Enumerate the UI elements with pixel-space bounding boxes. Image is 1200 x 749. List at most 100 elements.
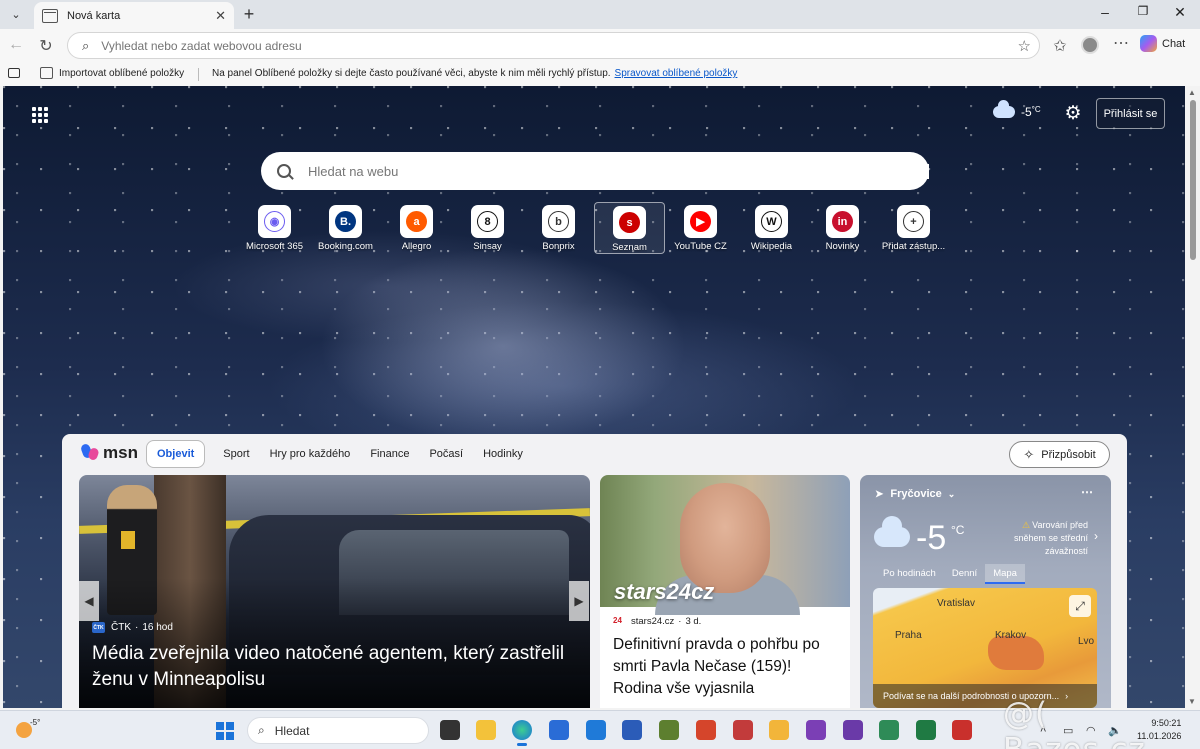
msn-tab-sport[interactable]: Sport [223,448,249,460]
customize-button[interactable]: ✧ Přizpůsobit [1009,441,1110,468]
edge-icon[interactable] [512,720,532,746]
refresh-icon[interactable]: ↻ [36,36,56,56]
favorite-star-icon[interactable]: ☆ [1018,37,1031,55]
quick-link[interactable]: B. Booking.com [310,202,381,254]
weather-map[interactable]: Vratislav Praha Krakov Lvo ⤢ Podívat se … [873,588,1097,708]
manage-favorites-link[interactable]: Spravovat oblíbené položky [615,68,738,79]
quick-link-tile: 8 [471,205,504,238]
story-source: 24 stars24.cz · 3 d. [613,616,702,627]
weather-widget-button[interactable]: -5 °C [993,100,1041,119]
quick-link-icon: + [903,211,924,232]
chevron-right-icon[interactable]: › [1094,529,1098,543]
new-tab-plus-icon[interactable]: + [238,4,260,25]
address-bar[interactable]: ⌕ ☆ [67,32,1040,59]
taskbar-weather[interactable]: -5° [16,718,41,740]
weather-warning[interactable]: ⚠ Varování před sněhem se střední závažno… [996,519,1088,558]
story-card[interactable]: stars24cz 24 stars24.cz · 3 d. Definitiv… [600,475,850,708]
story-image-face [680,483,770,593]
msn-tab-finance[interactable]: Finance [370,448,409,460]
onenote-icon[interactable] [806,720,826,740]
hero-story-card[interactable]: ◀ ▶ ČTK ČTK · 16 hod Média zveřejnila vi… [79,475,590,708]
favorites-icon[interactable]: ✩ [1050,36,1070,56]
carousel-next-icon[interactable]: ▶ [569,581,589,621]
back-arrow-icon[interactable]: ← [6,36,26,54]
search-icon [277,164,291,178]
scrollbar-thumb[interactable] [1190,100,1196,260]
chevron-down-icon: ⌄ [947,488,956,499]
address-input[interactable] [101,38,1039,53]
weather-tab-map[interactable]: Mapa [985,564,1025,584]
tab-new-tab[interactable]: Nová karta ✕ [34,2,234,29]
app-icon[interactable] [659,720,679,740]
tab-actions-chevron-icon[interactable]: ⌄ [5,4,27,24]
quick-link[interactable]: a Allegro [381,202,452,254]
minimize-icon[interactable]: – [1090,4,1120,20]
import-favorites-button[interactable]: Importovat oblíbené položky [40,67,184,79]
quick-link-label: Booking.com [318,241,373,252]
app-launcher-icon[interactable] [32,107,48,123]
quick-link[interactable]: 8 Sinsay [452,202,523,254]
page-scrollbar[interactable]: ▲ ▼ [1186,86,1200,708]
store-icon[interactable] [549,720,569,740]
web-search-box[interactable] [261,152,929,190]
close-window-icon[interactable]: ✕ [1165,4,1195,21]
msn-tab-objevit[interactable]: Objevit [146,440,206,468]
more-options-icon[interactable]: ⋯ [1111,33,1131,53]
carousel-prev-icon[interactable]: ◀ [79,581,99,621]
weather-card[interactable]: ➤ Fryčovice ⌄ ⋯ -5 °C ⚠ Varování před sně… [860,475,1111,708]
sign-in-button[interactable]: Přihlásit se [1096,98,1165,129]
copilot-chat-button[interactable]: Chat [1140,35,1185,52]
quick-link[interactable]: s Seznam [594,202,665,254]
quick-link[interactable]: b Bonprix [523,202,594,254]
quick-link-label: Microsoft 365 [245,241,304,252]
profile-avatar[interactable] [1081,36,1099,54]
story-title[interactable]: Definitivní pravda o pohřbu po smrti Pav… [613,634,841,700]
more-options-icon[interactable]: ⋯ [1081,485,1093,499]
scroll-up-icon[interactable]: ▲ [1188,88,1196,97]
folder-icon [40,67,53,79]
stars24-logo-icon: 24 [613,616,624,627]
quick-link[interactable]: + Přidat zástup... [878,202,949,254]
close-tab-icon[interactable]: ✕ [215,8,226,24]
msn-logo[interactable]: msn [82,443,138,463]
msn-tab-weather[interactable]: Počasí [429,448,463,460]
weather-temp: -5 [916,519,947,557]
hero-headline[interactable]: Média zveřejnila video natočené agentem,… [92,641,572,693]
outlook-icon[interactable] [586,720,606,740]
quick-link[interactable]: ▶ YouTube CZ [665,202,736,254]
settings-gear-icon[interactable]: ⚙ [1062,103,1084,125]
acrobat-icon[interactable] [952,720,972,740]
msn-nav: Objevit Sport Hry pro každého Finance Po… [146,440,543,468]
weather-tab-daily[interactable]: Denní [944,564,985,584]
quick-link[interactable]: W Wikipedia [736,202,807,254]
quick-link-tile: in [826,205,859,238]
msn-tab-watches[interactable]: Hodinky [483,448,523,460]
web-search-input[interactable] [308,163,929,179]
location-arrow-icon: ➤ [875,488,884,500]
quick-link-icon: s [619,212,640,233]
taskbar-search[interactable]: ⌕ Hledat [247,717,429,744]
quick-link-label: Bonprix [542,241,575,252]
quick-link-tile: a [400,205,433,238]
taskbar-weather-temp: -5° [30,718,41,727]
task-view-icon[interactable] [440,720,460,740]
excel-icon[interactable] [916,720,936,740]
restore-icon[interactable]: ❐ [1128,4,1158,18]
map-city-label: Vratislav [937,598,975,609]
powerpoint-icon[interactable] [696,720,716,740]
mail-icon[interactable] [769,720,789,740]
windows-start-icon[interactable] [216,722,234,740]
weather-tab-hourly[interactable]: Po hodinách [875,564,944,584]
access-icon[interactable] [733,720,753,740]
word-icon[interactable] [622,720,642,740]
file-explorer-icon[interactable] [476,720,496,740]
app-icon[interactable] [879,720,899,740]
weather-location[interactable]: ➤ Fryčovice ⌄ [875,488,955,500]
quick-link-label: Přidat zástup... [881,241,946,252]
msn-tab-games[interactable]: Hry pro každého [270,448,351,460]
expand-icon[interactable]: ⤢ [1069,595,1091,617]
quick-link[interactable]: in Novinky [807,202,878,254]
quick-link[interactable]: ◉ Microsoft 365 [239,202,310,254]
publisher-icon[interactable] [843,720,863,740]
reading-view-icon[interactable] [8,68,20,78]
